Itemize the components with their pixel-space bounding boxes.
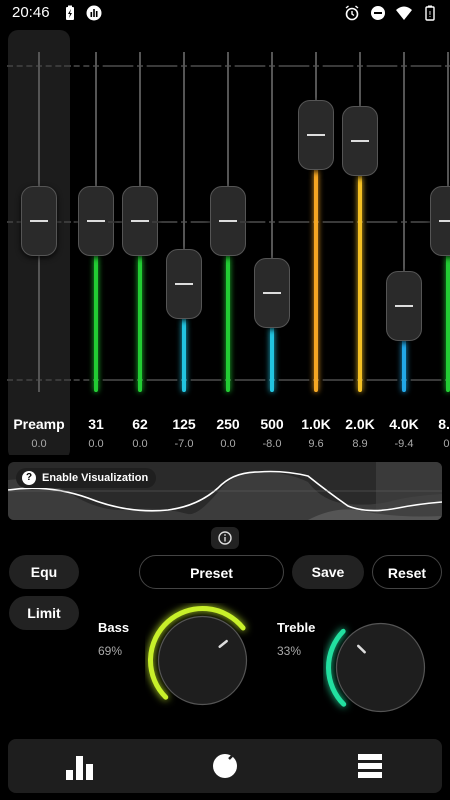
preamp-slider[interactable]: Preamp 0.0 xyxy=(7,30,71,455)
battery-charging-icon xyxy=(66,5,74,20)
enable-visualization-label: Enable Visualization xyxy=(42,472,149,484)
alarm-icon xyxy=(345,5,359,21)
band-250-slider[interactable]: 250 0.0 xyxy=(196,30,260,455)
slider-thumb[interactable] xyxy=(298,99,334,170)
list-menu-icon xyxy=(358,754,382,778)
wifi-icon xyxy=(396,6,412,20)
treble-label: Treble xyxy=(277,620,316,635)
equ-button[interactable]: Equ xyxy=(9,555,79,589)
enable-visualization-button[interactable]: ? Enable Visualization xyxy=(16,468,157,488)
bass-knob[interactable] xyxy=(145,603,260,718)
do-not-disturb-icon xyxy=(371,6,385,20)
info-button[interactable] xyxy=(211,527,239,549)
gridline xyxy=(416,65,450,67)
band-500-slider[interactable]: 500 -8.0 xyxy=(240,30,304,455)
treble-knob[interactable] xyxy=(323,610,438,725)
preamp-label: Preamp xyxy=(13,416,65,432)
knob-body[interactable] xyxy=(157,615,248,706)
band-1-0k-slider[interactable]: 1.0K 9.6 xyxy=(284,30,348,455)
reset-button[interactable]: Reset xyxy=(372,555,442,589)
slider-thumb[interactable] xyxy=(166,249,202,319)
nav-knob-tab[interactable] xyxy=(153,739,297,793)
nav-list-tab[interactable] xyxy=(298,739,442,793)
slider-thumb[interactable] xyxy=(342,105,378,176)
clock: 20:46 xyxy=(12,4,50,21)
band-2-0k-slider[interactable]: 2.0K 8.9 xyxy=(328,30,392,455)
media-icon xyxy=(86,5,102,21)
slider-thumb[interactable] xyxy=(21,186,57,256)
band-8-0-slider[interactable]: 8.0 0. xyxy=(416,30,450,455)
knob-icon xyxy=(213,754,237,778)
info-icon xyxy=(218,531,232,545)
status-bar: 20:46 ! xyxy=(0,0,450,26)
band-8-0-value: 0. xyxy=(443,438,450,450)
slider-thumb[interactable] xyxy=(386,270,422,341)
nav-equalizer-tab[interactable] xyxy=(8,739,152,793)
band-125-slider[interactable]: 125 -7.0 xyxy=(152,30,216,455)
slider-thumb[interactable] xyxy=(254,258,290,328)
svg-text:!: ! xyxy=(428,10,431,19)
save-button[interactable]: Save xyxy=(292,555,364,589)
help-icon: ? xyxy=(22,471,36,485)
band-62-slider[interactable]: 62 0.0 xyxy=(108,30,172,455)
bass-label: Bass xyxy=(98,620,130,635)
preamp-value: 0.0 xyxy=(31,438,47,450)
visualization-panel[interactable]: ? Enable Visualization xyxy=(8,462,442,520)
treble-value: 33% xyxy=(277,644,302,658)
bottom-navigation xyxy=(8,739,442,793)
gridline xyxy=(416,379,450,381)
preset-button[interactable]: Preset xyxy=(139,555,284,589)
slider-thumb[interactable] xyxy=(430,186,450,256)
bass-value: 69% xyxy=(98,644,123,658)
knob-body[interactable] xyxy=(335,622,426,713)
band-31-slider[interactable]: 31 0.0 xyxy=(64,30,128,455)
band-8-0-label: 8.0 xyxy=(438,416,450,432)
slider-fill xyxy=(314,134,318,392)
band-4-0k-slider[interactable]: 4.0K -9.4 xyxy=(372,30,436,455)
equalizer-panel: Preamp 0.0 31 0.0 62 0.0 125 -7.0 250 0.0 500 -8.0 1… xyxy=(0,30,450,455)
limit-button[interactable]: Limit xyxy=(9,596,79,630)
battery-icon: ! xyxy=(425,5,435,21)
slider-fill xyxy=(358,140,362,392)
equalizer-bars-icon xyxy=(66,756,93,780)
